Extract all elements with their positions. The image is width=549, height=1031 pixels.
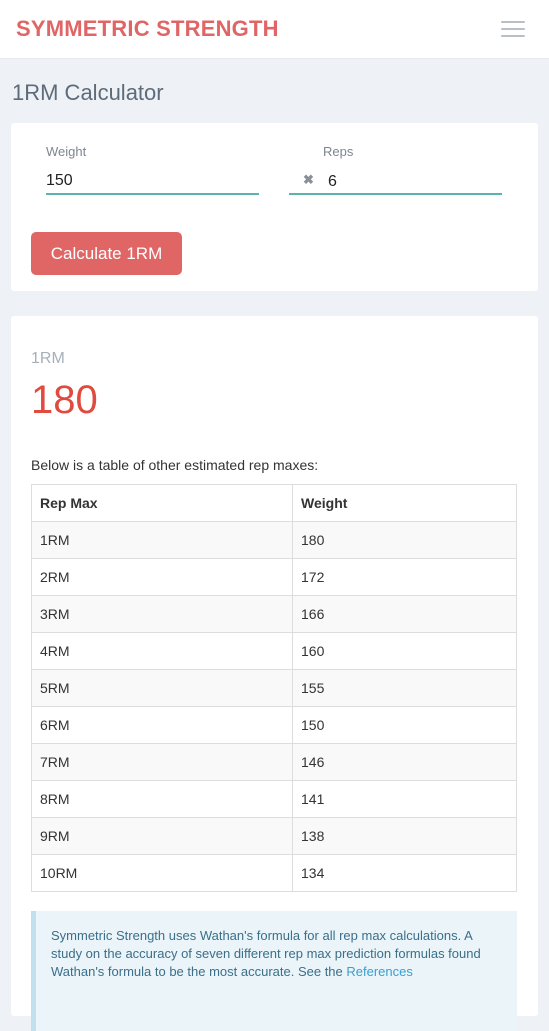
table-row: 7RM 146 [31,743,517,781]
weight-cell: 134 [292,854,517,892]
input-card: Weight Reps ✖ Calculate 1RM [11,123,538,291]
weight-cell: 150 [292,706,517,744]
rep-max-cell: 7RM [31,743,293,781]
rep-max-cell: 10RM [31,854,293,892]
rep-max-cell: 6RM [31,706,293,744]
page-title: 1RM Calculator [12,80,164,105]
table-row: 4RM 160 [31,632,517,670]
info-callout: Symmetric Strength uses Wathan's formula… [31,911,517,1031]
result-value: 180 [31,378,98,422]
weight-cell: 180 [292,521,517,559]
rep-max-table: Rep Max Weight 1RM 180 2RM 172 3RM 166 4RM 1… [31,484,517,892]
table-row: 8RM 141 [31,780,517,818]
hamburger-icon[interactable] [501,21,525,37]
brand-logo[interactable]: SYMMETRIC STRENGTH [16,16,279,42]
rep-max-cell: 9RM [31,817,293,855]
rep-max-cell: 5RM [31,669,293,707]
table-row: 10RM 134 [31,854,517,892]
navbar: SYMMETRIC STRENGTH [0,0,549,59]
rep-max-cell: 3RM [31,595,293,633]
weight-cell: 138 [292,817,517,855]
weight-cell: 172 [292,558,517,596]
table-row: 3RM 166 [31,595,517,633]
table-row: 1RM 180 [31,521,517,559]
table-row: 6RM 150 [31,706,517,744]
rep-max-cell: 8RM [31,780,293,818]
table-row: 9RM 138 [31,817,517,855]
weight-label: Weight [46,144,87,159]
rep-max-cell: 2RM [31,558,293,596]
times-icon: ✖ [303,172,314,187]
weight-cell: 146 [292,743,517,781]
weight-input[interactable] [46,168,259,195]
header-weight: Weight [292,484,517,522]
table-row: 5RM 155 [31,669,517,707]
rep-max-cell: 4RM [31,632,293,670]
result-card: 1RM 180 Below is a table of other estima… [11,316,538,1031]
weight-cell: 166 [292,595,517,633]
reps-input[interactable] [328,168,502,195]
references-link[interactable]: References [346,964,412,979]
weight-cell: 155 [292,669,517,707]
info-text: Symmetric Strength uses Wathan's formula… [51,928,481,979]
header-rep-max: Rep Max [31,484,293,522]
table-row: 2RM 172 [31,558,517,596]
table-header-row: Rep Max Weight [31,484,517,522]
rep-max-cell: 1RM [31,521,293,559]
table-intro: Below is a table of other estimated rep … [31,457,319,473]
weight-cell: 160 [292,632,517,670]
weight-cell: 141 [292,780,517,818]
calculate-button[interactable]: Calculate 1RM [31,232,182,275]
result-label: 1RM [31,350,65,367]
reps-label: Reps [323,144,354,159]
